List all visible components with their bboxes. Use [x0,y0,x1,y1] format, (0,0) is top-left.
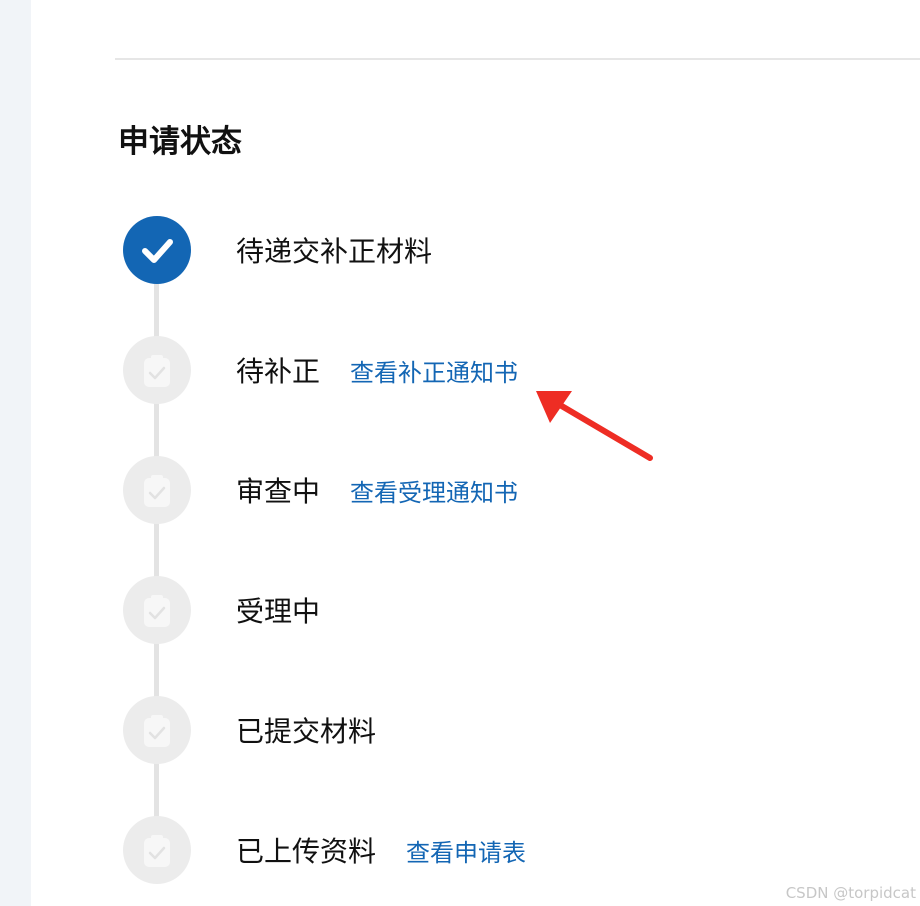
checkmark-icon [123,216,191,284]
step-label: 已提交材料 [236,715,377,748]
clipboard-check-icon [123,336,191,404]
step-label: 受理中 [236,595,321,628]
step-label: 待递交补正材料 [236,235,433,268]
status-step-2: 待补正 查看补正通知书 [0,336,920,406]
status-step-3: 审查中 查看受理通知书 [0,456,920,526]
clipboard-check-icon [123,816,191,884]
red-arrow-annotation [536,391,653,461]
clipboard-check-icon [123,576,191,644]
status-step-5: 已提交材料 [0,696,920,766]
clipboard-check-icon [123,456,191,524]
top-divider [115,58,920,60]
status-step-6: 已上传资料 查看申请表 [0,816,920,886]
view-acceptance-notice-link[interactable]: 查看受理通知书 [350,473,518,508]
step-label: 已上传资料 [236,835,377,868]
step-label: 审查中 [236,475,321,508]
watermark: CSDN @torpidcat [785,884,916,902]
clipboard-check-icon [123,696,191,764]
status-step-4: 受理中 [0,576,920,646]
status-step-1: 待递交补正材料 [0,216,920,286]
section-title: 申请状态 [118,124,242,160]
left-sidebar-strip [0,0,31,906]
step-label: 待补正 [236,355,321,388]
view-correction-notice-link[interactable]: 查看补正通知书 [350,353,518,388]
view-application-form-link[interactable]: 查看申请表 [406,833,526,868]
